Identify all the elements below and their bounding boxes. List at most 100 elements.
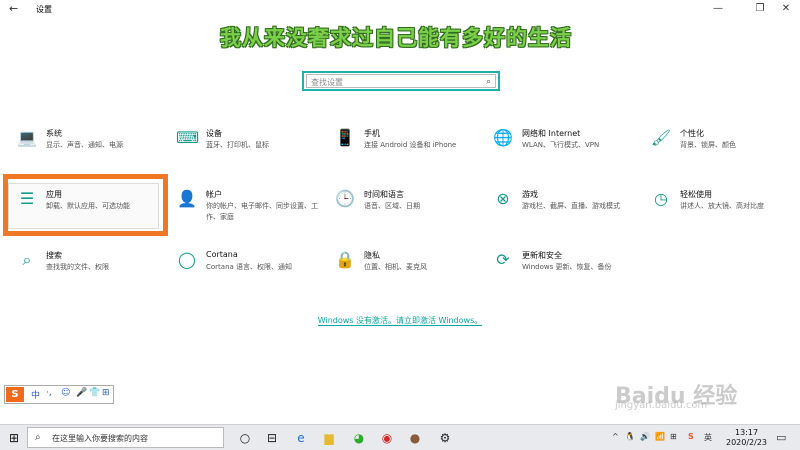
user-app-icon[interactable]: ●	[406, 429, 424, 447]
tile-network[interactable]: 🌐 网络和 Internet WLAN、飞行模式、VPN	[492, 127, 647, 175]
system-icon: 💻	[17, 128, 37, 147]
back-arrow-icon[interactable]: ←	[9, 2, 18, 15]
devices-icon: ⌨	[176, 128, 200, 147]
tile-phone[interactable]: 📱 手机连接 Android 设备和 iPhone	[334, 127, 489, 175]
tile-system[interactable]: 💻 系统 显示、声音、通知、电源	[16, 127, 171, 175]
ime-punctuation-icon[interactable]: ·,	[46, 388, 52, 398]
window-title: 设置	[36, 5, 52, 14]
edge-icon[interactable]: e	[292, 429, 310, 447]
privacy-icon: 🔒	[335, 250, 355, 269]
close-icon[interactable]: ✕	[778, 3, 794, 14]
ime-chinese-mode[interactable]: 中	[31, 388, 40, 401]
network-icon: 🌐	[493, 128, 513, 147]
ime-skin-icon[interactable]: 👕	[89, 388, 100, 398]
gaming-icon: ⊗	[496, 189, 510, 208]
minimize-icon[interactable]: —	[710, 3, 726, 14]
sogou-logo-icon[interactable]: S	[6, 387, 24, 402]
tile-title: 轻松使用	[680, 190, 712, 199]
tile-description: 卸载、默认应用、可选功能	[46, 202, 130, 210]
tile-title: 隐私	[364, 251, 380, 260]
tile-title: 时间和语言	[364, 190, 404, 199]
title-bar: ← 设置 — ❐ ✕	[0, 0, 800, 20]
tray-sogou-icon[interactable]: S	[688, 432, 694, 441]
activate-windows-link[interactable]: Windows 没有激活。请立即激活 Windows。	[317, 316, 483, 326]
time-language-icon: 🕒	[335, 189, 355, 208]
tray-language-indicator[interactable]: 英	[704, 432, 712, 443]
taskbar: ⊞ ⌕ 在这里输入你要搜索的内容 ○ ⊟ e ▆ ◕ ◉ ● ⚙ ^ 🐧 🔊 📶 ⊞ S 英 …	[0, 424, 800, 450]
accounts-icon: 👤	[177, 189, 197, 208]
baidu-watermark-url: jingyan.baidu.com	[615, 400, 708, 411]
netease-music-icon[interactable]: ◉	[378, 429, 396, 447]
tile-time-language[interactable]: 🕒 时间和语言语音、区域、日期	[334, 188, 489, 236]
tile-title: 手机	[364, 129, 380, 138]
tile-title: 设备	[206, 129, 222, 138]
tile-gaming[interactable]: ⊗ 游戏游戏栏、截屏、直播、游戏模式	[492, 188, 647, 236]
wechat-icon[interactable]: ◕	[350, 429, 368, 447]
search-placeholder: 查找设置	[311, 78, 343, 87]
tile-description: 显示、声音、通知、电源	[46, 141, 123, 149]
tile-title: Cortana	[206, 250, 238, 259]
tile-title: 更新和安全	[522, 251, 562, 260]
ime-emoji-icon[interactable]: ☺	[61, 388, 70, 398]
search-input[interactable]: 查找设置 ⌕	[306, 74, 496, 88]
tile-apps[interactable]: ☰ 应用卸载、默认应用、可选功能	[16, 188, 171, 236]
ime-toolbar[interactable]: S 中 ·, ☺ 🎤 👕 ⊞	[4, 385, 114, 404]
overlay-caption: 我从来没奢求过自己能有多好的生活	[220, 26, 572, 50]
tile-description: Cortana 语言、权限、通知	[206, 263, 293, 271]
ease-of-access-icon: ◷	[654, 189, 668, 208]
taskbar-clock[interactable]: 13:17 2020/2/23	[726, 428, 767, 448]
personalization-icon: 🖌	[650, 128, 672, 147]
taskbar-search-placeholder: 在这里输入你要搜索的内容	[52, 434, 148, 443]
tile-title: 游戏	[522, 190, 538, 199]
ime-voice-icon[interactable]: 🎤	[76, 388, 87, 398]
tray-volume-icon[interactable]: 🔊	[640, 432, 650, 441]
cortana-icon: ◯	[178, 250, 196, 269]
task-view-icon[interactable]: ○	[236, 429, 254, 447]
clock-date: 2020/2/23	[726, 438, 768, 447]
tile-cortana[interactable]: ◯ Cortana Cortana 语言、权限、通知	[176, 249, 331, 297]
tray-qq-icon[interactable]: 🐧	[625, 432, 635, 441]
tile-accounts[interactable]: 👤 帐户你的帐户、电子邮件、同步设置、工作、家庭	[176, 188, 331, 236]
tile-description: 你的帐户、电子邮件、同步设置、工作、家庭	[206, 202, 318, 221]
search-icon: ⌕	[485, 77, 491, 87]
file-explorer-icon[interactable]: ▆	[320, 429, 338, 447]
tile-title: 个性化	[680, 129, 704, 138]
tray-expand-icon[interactable]: ^	[612, 432, 619, 441]
tile-title: 网络和 Internet	[522, 129, 581, 138]
settings-icon[interactable]: ⚙	[436, 429, 454, 447]
tile-description: 查找我的文件、权限	[46, 263, 109, 271]
activation-notice: Windows 没有激活。请立即激活 Windows。	[0, 315, 800, 326]
tile-ease-of-access[interactable]: ◷ 轻松使用讲述人、放大镜、高对比度	[650, 188, 800, 236]
tile-update-security[interactable]: ⟳ 更新和安全 Windows 更新、恢复、备份	[492, 249, 647, 297]
tile-description: 位置、相机、麦克风	[364, 263, 427, 271]
tray-windows-icon[interactable]: ⊞	[670, 432, 677, 441]
tile-search[interactable]: ⌕ 搜索查找我的文件、权限	[16, 249, 171, 297]
windows-start-icon[interactable]: ⊞	[9, 431, 19, 445]
notification-center-icon[interactable]: ▭	[776, 431, 786, 444]
tile-description: WLAN、飞行模式、VPN	[522, 141, 600, 149]
settings-search-box[interactable]: 查找设置 ⌕	[302, 71, 500, 91]
update-security-icon: ⟳	[496, 250, 510, 269]
phone-icon: 📱	[335, 128, 355, 147]
tile-description: 讲述人、放大镜、高对比度	[680, 202, 764, 210]
maximize-icon[interactable]: ❐	[752, 3, 768, 14]
tile-devices[interactable]: ⌨ 设备蓝牙、打印机、鼠标	[176, 127, 331, 175]
clock-time: 13:17	[734, 428, 759, 437]
apps-icon: ☰	[19, 189, 35, 208]
tile-description: 连接 Android 设备和 iPhone	[364, 141, 457, 149]
tile-description: 游戏栏、截屏、直播、游戏模式	[522, 202, 620, 210]
search-icon: ⌕	[22, 250, 32, 269]
tile-description: 蓝牙、打印机、鼠标	[206, 141, 269, 149]
tile-description: Windows 更新、恢复、备份	[522, 263, 612, 271]
taskbar-search-box[interactable]: ⌕ 在这里输入你要搜索的内容	[27, 427, 224, 448]
multitask-icon[interactable]: ⊟	[263, 429, 281, 447]
ime-toolbox-icon[interactable]: ⊞	[102, 388, 110, 398]
tile-personalization[interactable]: 🖌 个性化背景、锁屏、颜色	[650, 127, 800, 175]
tile-description: 语音、区域、日期	[364, 202, 420, 210]
tile-title: 搜索	[46, 251, 62, 260]
tile-privacy[interactable]: 🔒 隐私位置、相机、麦克风	[334, 249, 489, 297]
tile-title: 帐户	[206, 190, 222, 199]
tile-title: 应用	[46, 190, 62, 199]
tray-network-icon[interactable]: 📶	[655, 432, 665, 441]
tile-description: 背景、锁屏、颜色	[680, 141, 736, 149]
